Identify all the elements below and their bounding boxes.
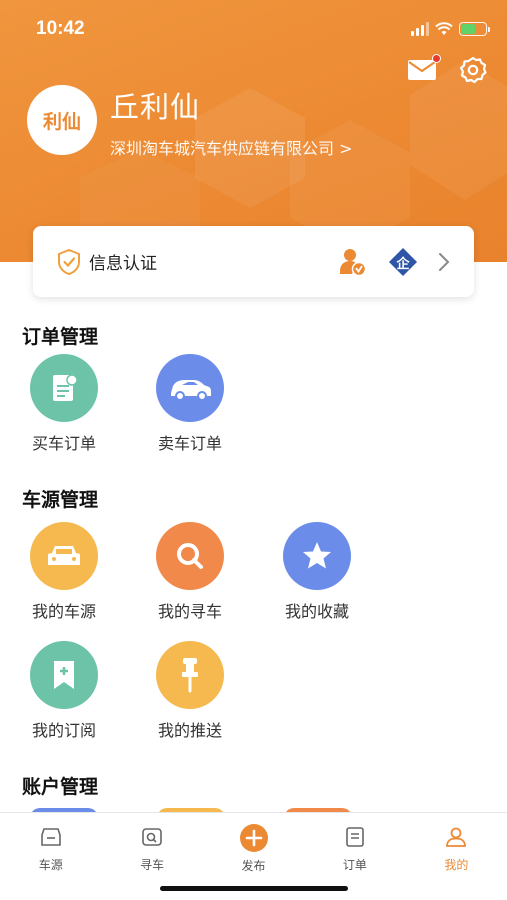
pin-icon <box>156 641 224 709</box>
my-subscriptions-label: 我的订阅 <box>31 721 96 740</box>
wifi-icon <box>435 22 453 35</box>
signal-icon <box>411 22 429 36</box>
mail-icon[interactable] <box>407 54 441 82</box>
car-tab-icon <box>40 828 61 846</box>
tab-label: 发布 <box>241 859 266 873</box>
tab-vehicles[interactable]: 车源 <box>0 813 101 900</box>
bookmark-icon <box>30 641 98 709</box>
my-favorites-label: 我的收藏 <box>284 602 349 621</box>
enterprise-badge-text: 企 <box>396 256 410 272</box>
my-subscriptions-item[interactable]: 我的订阅 <box>9 641 119 741</box>
section-title-account: 账户管理 <box>22 776 99 798</box>
buy-orders-item[interactable]: 买车订单 <box>9 354 119 454</box>
section-title-orders: 订单管理 <box>22 326 99 348</box>
sell-orders-label: 卖车订单 <box>157 434 222 453</box>
search-tab-icon <box>142 828 162 846</box>
shield-check-icon <box>58 248 80 275</box>
status-time: 10:42 <box>36 18 85 39</box>
my-vehicles-item[interactable]: 我的车源 <box>9 522 119 622</box>
tab-label: 订单 <box>342 858 367 872</box>
my-vehicles-label: 我的车源 <box>31 602 96 621</box>
user-icon <box>446 827 467 847</box>
my-favorites-item[interactable]: 我的收藏 <box>262 522 372 622</box>
chevron-right-icon[interactable] <box>438 252 450 272</box>
tab-label: 我的 <box>444 858 469 872</box>
company-link[interactable]: 深圳淘车城汽车供应链有限公司 > <box>110 135 353 159</box>
certification-card[interactable]: 信息认证 企 <box>33 226 474 297</box>
unread-dot <box>432 54 441 63</box>
tab-label: 车源 <box>38 858 63 872</box>
user-name: 丘利仙 <box>110 90 201 124</box>
plus-icon <box>239 824 268 852</box>
my-search-label: 我的寻车 <box>157 602 222 621</box>
order-tab-icon <box>346 827 364 847</box>
person-verified-icon <box>340 248 367 276</box>
buy-orders-label: 买车订单 <box>31 434 96 453</box>
star-icon <box>283 522 351 590</box>
avatar[interactable]: 利仙 <box>27 85 97 155</box>
tab-label: 寻车 <box>140 858 165 872</box>
settings-gear-icon[interactable] <box>459 56 487 84</box>
document-icon <box>30 354 98 422</box>
certification-label: 信息认证 <box>89 254 157 274</box>
profile-header: 10:42 利仙 丘利仙 深圳淘车城汽车供应链有限公司 > <box>0 0 507 262</box>
search-icon <box>156 522 224 590</box>
tab-profile[interactable]: 我的 <box>406 813 507 900</box>
my-push-label: 我的推送 <box>157 721 222 740</box>
sell-orders-item[interactable]: 卖车订单 <box>135 354 245 454</box>
car-icon <box>156 354 224 422</box>
status-bar: 10:42 <box>36 18 490 44</box>
enterprise-badge: 企 <box>388 247 418 277</box>
home-indicator <box>160 886 348 891</box>
battery-icon <box>459 22 490 36</box>
my-search-item[interactable]: 我的寻车 <box>135 522 245 622</box>
section-title-vehicles: 车源管理 <box>22 489 99 511</box>
car-front-icon <box>30 522 98 590</box>
my-push-item[interactable]: 我的推送 <box>135 641 245 741</box>
